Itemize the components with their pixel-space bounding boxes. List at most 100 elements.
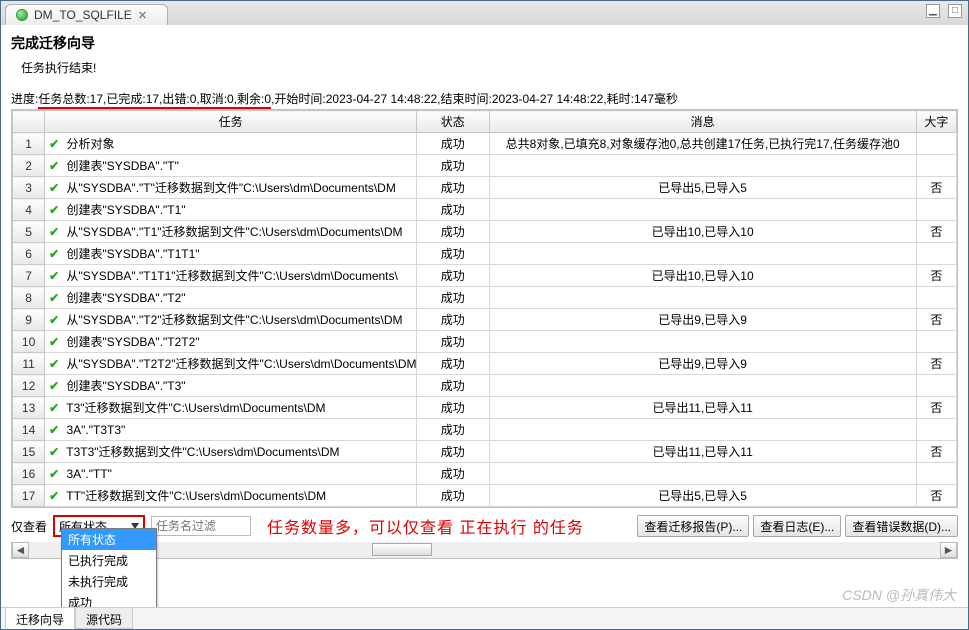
cell-status: 成功 xyxy=(417,353,489,375)
cell-task: ✔ 从"SYSDBA"."T2T2"迁移数据到文件"C:\Users\dm\Do… xyxy=(45,353,417,375)
dropdown-option[interactable]: 已执行完成 xyxy=(62,550,156,571)
cell-status: 成功 xyxy=(417,463,489,485)
page-title: 完成迁移向导 xyxy=(11,33,958,53)
cell-message: 已导出10,已导入10 xyxy=(489,265,916,287)
scroll-right-icon[interactable]: ► xyxy=(940,542,957,558)
page-subtitle: 任务执行结束! xyxy=(21,59,958,76)
cell-task: ✔ 从"SYSDBA"."T"迁移数据到文件"C:\Users\dm\Docum… xyxy=(45,177,417,199)
cell-message: 已导出11,已导入11 xyxy=(489,397,916,419)
dropdown-option[interactable]: 未执行完成 xyxy=(62,571,156,592)
cell-big: 否 xyxy=(916,265,956,287)
cell-big: 否 xyxy=(916,221,956,243)
cell-big xyxy=(916,463,956,485)
cell-big xyxy=(916,375,956,397)
cell-message xyxy=(489,243,916,265)
cell-task: ✔ TT"迁移数据到文件"C:\Users\dm\Documents\DM xyxy=(45,485,417,507)
table-row[interactable]: 15✔ T3T3"迁移数据到文件"C:\Users\dm\Documents\D… xyxy=(13,441,957,463)
cell-task: ✔ 创建表"SYSDBA"."T2T2" xyxy=(45,331,417,353)
check-icon: ✔ xyxy=(49,203,63,217)
cell-status: 成功 xyxy=(417,221,489,243)
maximize-button[interactable]: □ xyxy=(948,4,962,18)
tab-source[interactable]: 源代码 xyxy=(75,608,133,629)
cell-status: 成功 xyxy=(417,199,489,221)
cell-message xyxy=(489,199,916,221)
cell-big: 否 xyxy=(916,441,956,463)
dropdown-option[interactable]: 成功 xyxy=(62,592,156,607)
table-row[interactable]: 4✔ 创建表"SYSDBA"."T1"成功 xyxy=(13,199,957,221)
table-row[interactable]: 5✔ 从"SYSDBA"."T1"迁移数据到文件"C:\Users\dm\Doc… xyxy=(13,221,957,243)
cell-message: 已导出11,已导入11 xyxy=(489,441,916,463)
table-row[interactable]: 9✔ 从"SYSDBA"."T2"迁移数据到文件"C:\Users\dm\Doc… xyxy=(13,309,957,331)
cell-big xyxy=(916,243,956,265)
view-log-button[interactable]: 查看日志(E)... xyxy=(753,515,841,537)
table-row[interactable]: 17✔ TT"迁移数据到文件"C:\Users\dm\Documents\DM成… xyxy=(13,485,957,507)
cell-task: ✔ 从"SYSDBA"."T2"迁移数据到文件"C:\Users\dm\Docu… xyxy=(45,309,417,331)
filter-label: 仅查看 xyxy=(11,518,47,535)
table-row[interactable]: 8✔ 创建表"SYSDBA"."T2"成功 xyxy=(13,287,957,309)
row-number: 3 xyxy=(13,177,45,199)
cell-status: 成功 xyxy=(417,265,489,287)
editor-tab[interactable]: DM_TO_SQLFILE ✕ xyxy=(5,4,168,25)
check-icon: ✔ xyxy=(49,467,63,481)
tab-title: DM_TO_SQLFILE xyxy=(34,8,132,22)
bottom-tab-bar: 迁移向导 源代码 xyxy=(1,607,968,629)
tab-wizard[interactable]: 迁移向导 xyxy=(5,608,75,629)
row-number: 8 xyxy=(13,287,45,309)
row-number: 12 xyxy=(13,375,45,397)
cell-big: 否 xyxy=(916,309,956,331)
scroll-left-icon[interactable]: ◄ xyxy=(12,542,29,558)
table-row[interactable]: 2✔ 创建表"SYSDBA"."T"成功 xyxy=(13,155,957,177)
cell-status: 成功 xyxy=(417,287,489,309)
cell-status: 成功 xyxy=(417,309,489,331)
table-row[interactable]: 11✔ 从"SYSDBA"."T2T2"迁移数据到文件"C:\Users\dm\… xyxy=(13,353,957,375)
cell-big xyxy=(916,133,956,155)
cell-task: ✔ T3T3"迁移数据到文件"C:\Users\dm\Documents\DM xyxy=(45,441,417,463)
task-name-filter-input[interactable] xyxy=(151,516,251,536)
minimize-button[interactable]: ▁ xyxy=(926,4,940,18)
cell-message xyxy=(489,287,916,309)
cell-status: 成功 xyxy=(417,331,489,353)
table-row[interactable]: 1✔ 分析对象成功总共8对象,已填充8,对象缓存池0,总共创建17任务,已执行完… xyxy=(13,133,957,155)
table-row[interactable]: 13✔ T3"迁移数据到文件"C:\Users\dm\Documents\DM成… xyxy=(13,397,957,419)
header-task[interactable]: 任务 xyxy=(45,111,417,133)
table-row[interactable]: 3✔ 从"SYSDBA"."T"迁移数据到文件"C:\Users\dm\Docu… xyxy=(13,177,957,199)
close-icon[interactable]: ✕ xyxy=(138,9,147,22)
view-error-data-button[interactable]: 查看错误数据(D)... xyxy=(845,515,958,537)
dropdown-option[interactable]: 所有状态 xyxy=(62,529,156,550)
check-icon: ✔ xyxy=(49,137,63,151)
cell-status: 成功 xyxy=(417,243,489,265)
check-icon: ✔ xyxy=(49,489,63,503)
table-row[interactable]: 16✔ 3A"."TT"成功 xyxy=(13,463,957,485)
table-row[interactable]: 7✔ 从"SYSDBA"."T1T1"迁移数据到文件"C:\Users\dm\D… xyxy=(13,265,957,287)
header-rownum[interactable] xyxy=(13,111,45,133)
header-msg[interactable]: 消息 xyxy=(489,111,916,133)
cell-message: 已导出5,已导入5 xyxy=(489,177,916,199)
cell-task: ✔ 创建表"SYSDBA"."T1T1" xyxy=(45,243,417,265)
cell-message xyxy=(489,463,916,485)
task-grid[interactable]: 任务 状态 消息 大字 1✔ 分析对象成功总共8对象,已填充8,对象缓存池0,总… xyxy=(12,110,957,507)
check-icon: ✔ xyxy=(49,313,63,327)
cell-message: 已导出9,已导入9 xyxy=(489,309,916,331)
table-row[interactable]: 6✔ 创建表"SYSDBA"."T1T1"成功 xyxy=(13,243,957,265)
table-row[interactable]: 10✔ 创建表"SYSDBA"."T2T2"成功 xyxy=(13,331,957,353)
cell-big xyxy=(916,331,956,353)
table-row[interactable]: 14✔ 3A"."T3T3"成功 xyxy=(13,419,957,441)
cell-message: 总共8对象,已填充8,对象缓存池0,总共创建17任务,已执行完17,任务缓存池0 xyxy=(489,133,916,155)
check-icon: ✔ xyxy=(49,423,63,437)
scroll-thumb[interactable] xyxy=(372,543,432,556)
header-status[interactable]: 状态 xyxy=(417,111,489,133)
view-report-button[interactable]: 查看迁移报告(P)... xyxy=(637,515,749,537)
header-big[interactable]: 大字 xyxy=(916,111,956,133)
cell-task: ✔ 创建表"SYSDBA"."T1" xyxy=(45,199,417,221)
cell-status: 成功 xyxy=(417,177,489,199)
cell-task: ✔ T3"迁移数据到文件"C:\Users\dm\Documents\DM xyxy=(45,397,417,419)
cell-message xyxy=(489,375,916,397)
check-icon: ✔ xyxy=(49,159,63,173)
row-number: 14 xyxy=(13,419,45,441)
cell-message: 已导出10,已导入10 xyxy=(489,221,916,243)
check-icon: ✔ xyxy=(49,445,63,459)
cell-task: ✔ 创建表"SYSDBA"."T3" xyxy=(45,375,417,397)
table-row[interactable]: 12✔ 创建表"SYSDBA"."T3"成功 xyxy=(13,375,957,397)
status-dropdown-popup[interactable]: 所有状态 已执行完成 未执行完成 成功 失败 取消 正在执行 等待 xyxy=(61,528,157,607)
cell-task: ✔ 分析对象 xyxy=(45,133,417,155)
